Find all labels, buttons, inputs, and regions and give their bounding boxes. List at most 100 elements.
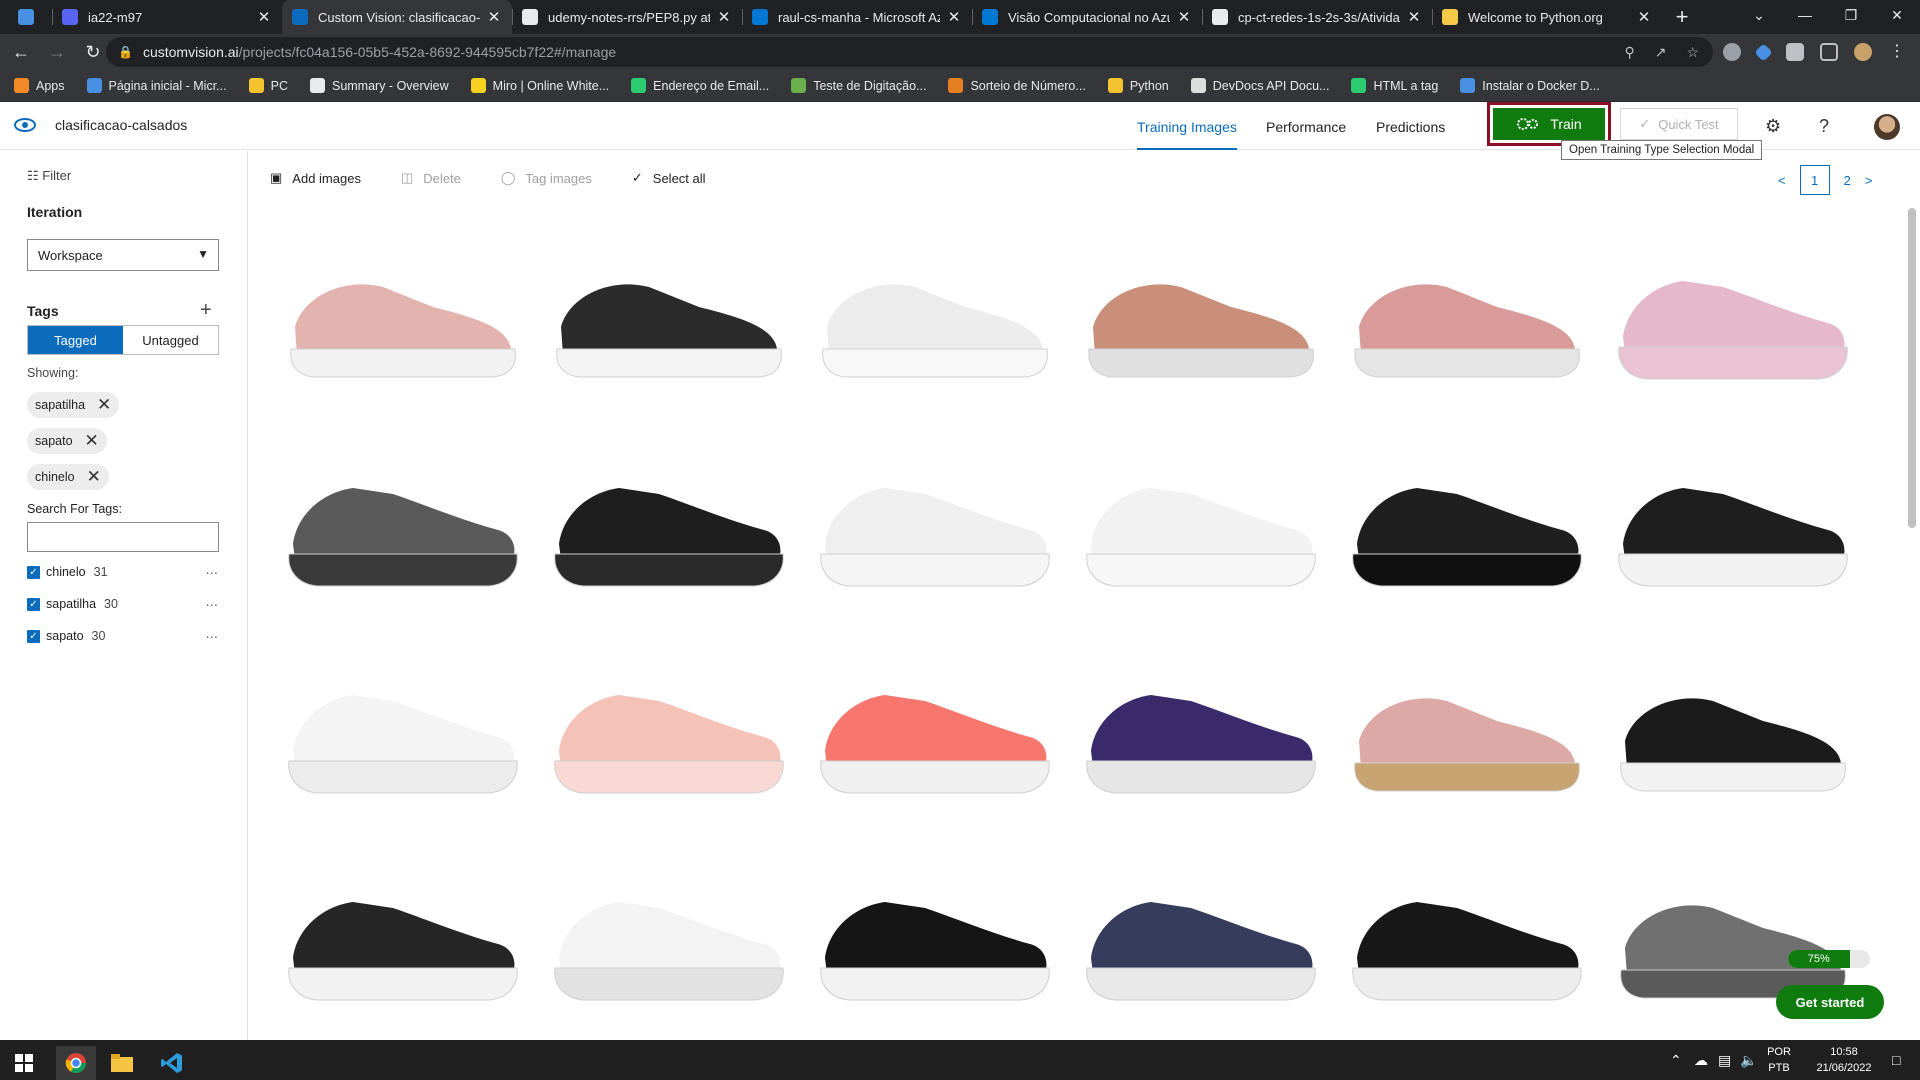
close-icon[interactable]: ✕ (1874, 0, 1920, 30)
zoom-icon[interactable]: ⚲ (1624, 44, 1634, 61)
bookmark-item[interactable]: PC (248, 78, 288, 93)
tray-chevron-icon[interactable]: ⌃ (1670, 1052, 1682, 1069)
browser-tab[interactable]: Welcome to Python.org ✕ (1432, 0, 1662, 34)
volume-icon[interactable]: 🔈 (1740, 1052, 1757, 1069)
network-icon[interactable]: ▤ (1718, 1052, 1731, 1069)
onedrive-icon[interactable]: ☁ (1694, 1052, 1708, 1069)
tag-row[interactable]: ✓ chinelo 31 ⋯ (27, 562, 219, 582)
training-image-thumbnail[interactable] (1338, 843, 1596, 1043)
training-image-thumbnail[interactable] (806, 222, 1064, 422)
add-tag-icon[interactable]: + (200, 299, 212, 322)
vscode-icon[interactable] (152, 1046, 192, 1080)
chevron-down-icon[interactable]: ⌄ (1736, 0, 1782, 30)
scrollbar-thumb[interactable] (1908, 208, 1916, 528)
chrome-taskbar-icon[interactable] (56, 1046, 96, 1080)
more-options-icon[interactable]: ⋯ (206, 565, 220, 580)
training-image-thumbnail[interactable] (540, 429, 798, 629)
tab-close-icon[interactable]: ✕ (486, 8, 502, 26)
notifications-icon[interactable]: □ (1892, 1052, 1900, 1068)
windows-start-icon[interactable] (4, 1046, 44, 1080)
extension-diamond-icon[interactable] (1754, 42, 1773, 62)
filter-toggle[interactable]: ☷ Filter (27, 168, 71, 184)
checkbox-checked-icon[interactable]: ✓ (27, 565, 40, 579)
scrollbar[interactable] (1906, 208, 1918, 1038)
training-image-thumbnail[interactable] (274, 636, 532, 836)
pinned-tab[interactable] (0, 0, 52, 34)
avatar[interactable] (1874, 114, 1900, 140)
bookmark-item[interactable]: Instalar o Docker D... (1460, 78, 1600, 93)
training-image-thumbnail[interactable] (540, 222, 798, 422)
bookmark-item[interactable]: Endereço de Email... (631, 78, 769, 93)
training-image-thumbnail[interactable] (274, 222, 532, 422)
back-icon[interactable]: ← (6, 37, 36, 67)
browser-tab[interactable]: Custom Vision: clasificacao-cal ✕ (282, 0, 512, 34)
remove-chip-icon[interactable]: ✕ (85, 431, 99, 451)
training-image-thumbnail[interactable] (1072, 429, 1330, 629)
tab-training-images[interactable]: Training Images (1137, 119, 1237, 150)
training-image-thumbnail[interactable] (1072, 843, 1330, 1043)
training-image-thumbnail[interactable] (1338, 636, 1596, 836)
help-icon[interactable]: ? (1819, 116, 1829, 137)
tab-performance[interactable]: Performance (1266, 119, 1346, 135)
get-started-button[interactable]: Get started (1776, 985, 1884, 1019)
menu-dots-icon[interactable]: ⋮ (1888, 43, 1906, 61)
training-image-thumbnail[interactable] (806, 429, 1064, 629)
bookmark-item[interactable]: Sorteio de Número... (948, 78, 1086, 93)
bookmark-item[interactable]: Teste de Digitação... (791, 78, 926, 93)
extension-gear-icon[interactable] (1723, 43, 1741, 61)
page-2-button[interactable]: 2 (1844, 173, 1851, 188)
language-indicator[interactable]: POR PTB (1762, 1044, 1796, 1076)
bookmark-item[interactable]: DevDocs API Docu... (1190, 78, 1329, 93)
page-1-button[interactable]: 1 (1799, 165, 1830, 195)
address-bar[interactable]: 🔒 customvision.ai /projects/fc04a156-05b… (106, 37, 1713, 67)
select-all-button[interactable]: ✓ Select all (632, 170, 706, 186)
more-options-icon[interactable]: ⋯ (206, 629, 220, 644)
train-button[interactable]: Train (1493, 108, 1605, 140)
more-options-icon[interactable]: ⋯ (206, 597, 220, 612)
tagged-button[interactable]: Tagged (28, 326, 123, 354)
training-image-thumbnail[interactable] (540, 843, 798, 1043)
training-image-thumbnail[interactable] (1604, 636, 1862, 836)
bookmark-item[interactable]: Apps (14, 78, 65, 93)
training-image-thumbnail[interactable] (1604, 429, 1862, 629)
training-image-thumbnail[interactable] (1338, 222, 1596, 422)
tab-close-icon[interactable]: ✕ (1176, 8, 1192, 26)
bookmark-item[interactable]: HTML a tag (1351, 78, 1438, 93)
new-tab-button[interactable]: + (1662, 0, 1702, 34)
minimize-icon[interactable]: — (1782, 0, 1828, 30)
training-image-thumbnail[interactable] (274, 429, 532, 629)
tab-close-icon[interactable]: ✕ (716, 8, 732, 26)
share-icon[interactable]: ↗ (1655, 44, 1667, 61)
tag-row[interactable]: ✓ sapato 30 ⋯ (27, 626, 219, 646)
browser-tab[interactable]: raul-cs-manha - Microsoft Azur ✕ (742, 0, 972, 34)
reload-icon[interactable]: ↻ (78, 37, 108, 67)
checkbox-checked-icon[interactable]: ✓ (27, 597, 40, 611)
quick-test-button[interactable]: ✓ Quick Test (1620, 108, 1738, 140)
bookmark-item[interactable]: Miro | Online White... (470, 78, 609, 93)
browser-tab[interactable]: ia22-m97 ✕ (52, 0, 282, 34)
tag-row[interactable]: ✓ sapatilha 30 ⋯ (27, 594, 219, 614)
clock[interactable]: 10:58 21/06/2022 (1804, 1044, 1884, 1076)
forward-icon[interactable]: → (42, 37, 72, 67)
tag-images-button[interactable]: ◯ Tag images (501, 170, 592, 186)
tab-close-icon[interactable]: ✕ (1636, 8, 1652, 26)
bookmark-item[interactable]: Python (1107, 78, 1169, 93)
iteration-select[interactable]: Workspace ▼ (27, 239, 219, 271)
untagged-button[interactable]: Untagged (123, 326, 218, 354)
browser-tab[interactable]: cp-ct-redes-1s-2s-3s/Atividade ✕ (1202, 0, 1432, 34)
bookmark-star-icon[interactable]: ☆ (1686, 44, 1699, 61)
search-tags-input[interactable] (27, 522, 219, 552)
remove-chip-icon[interactable]: ✕ (97, 395, 111, 415)
training-image-thumbnail[interactable] (806, 843, 1064, 1043)
side-panel-icon[interactable] (1820, 43, 1838, 61)
browser-tab[interactable]: udemy-notes-rrs/PEP8.py at m ✕ (512, 0, 742, 34)
training-image-thumbnail[interactable] (1604, 222, 1862, 422)
training-image-thumbnail[interactable] (1072, 636, 1330, 836)
file-explorer-icon[interactable] (102, 1046, 142, 1080)
tab-close-icon[interactable]: ✕ (256, 8, 272, 26)
training-image-thumbnail[interactable] (274, 843, 532, 1043)
delete-button[interactable]: ◫ Delete (401, 170, 461, 186)
tab-predictions[interactable]: Predictions (1376, 119, 1445, 135)
tab-close-icon[interactable]: ✕ (1406, 8, 1422, 26)
prev-page-button[interactable]: < (1778, 173, 1786, 188)
